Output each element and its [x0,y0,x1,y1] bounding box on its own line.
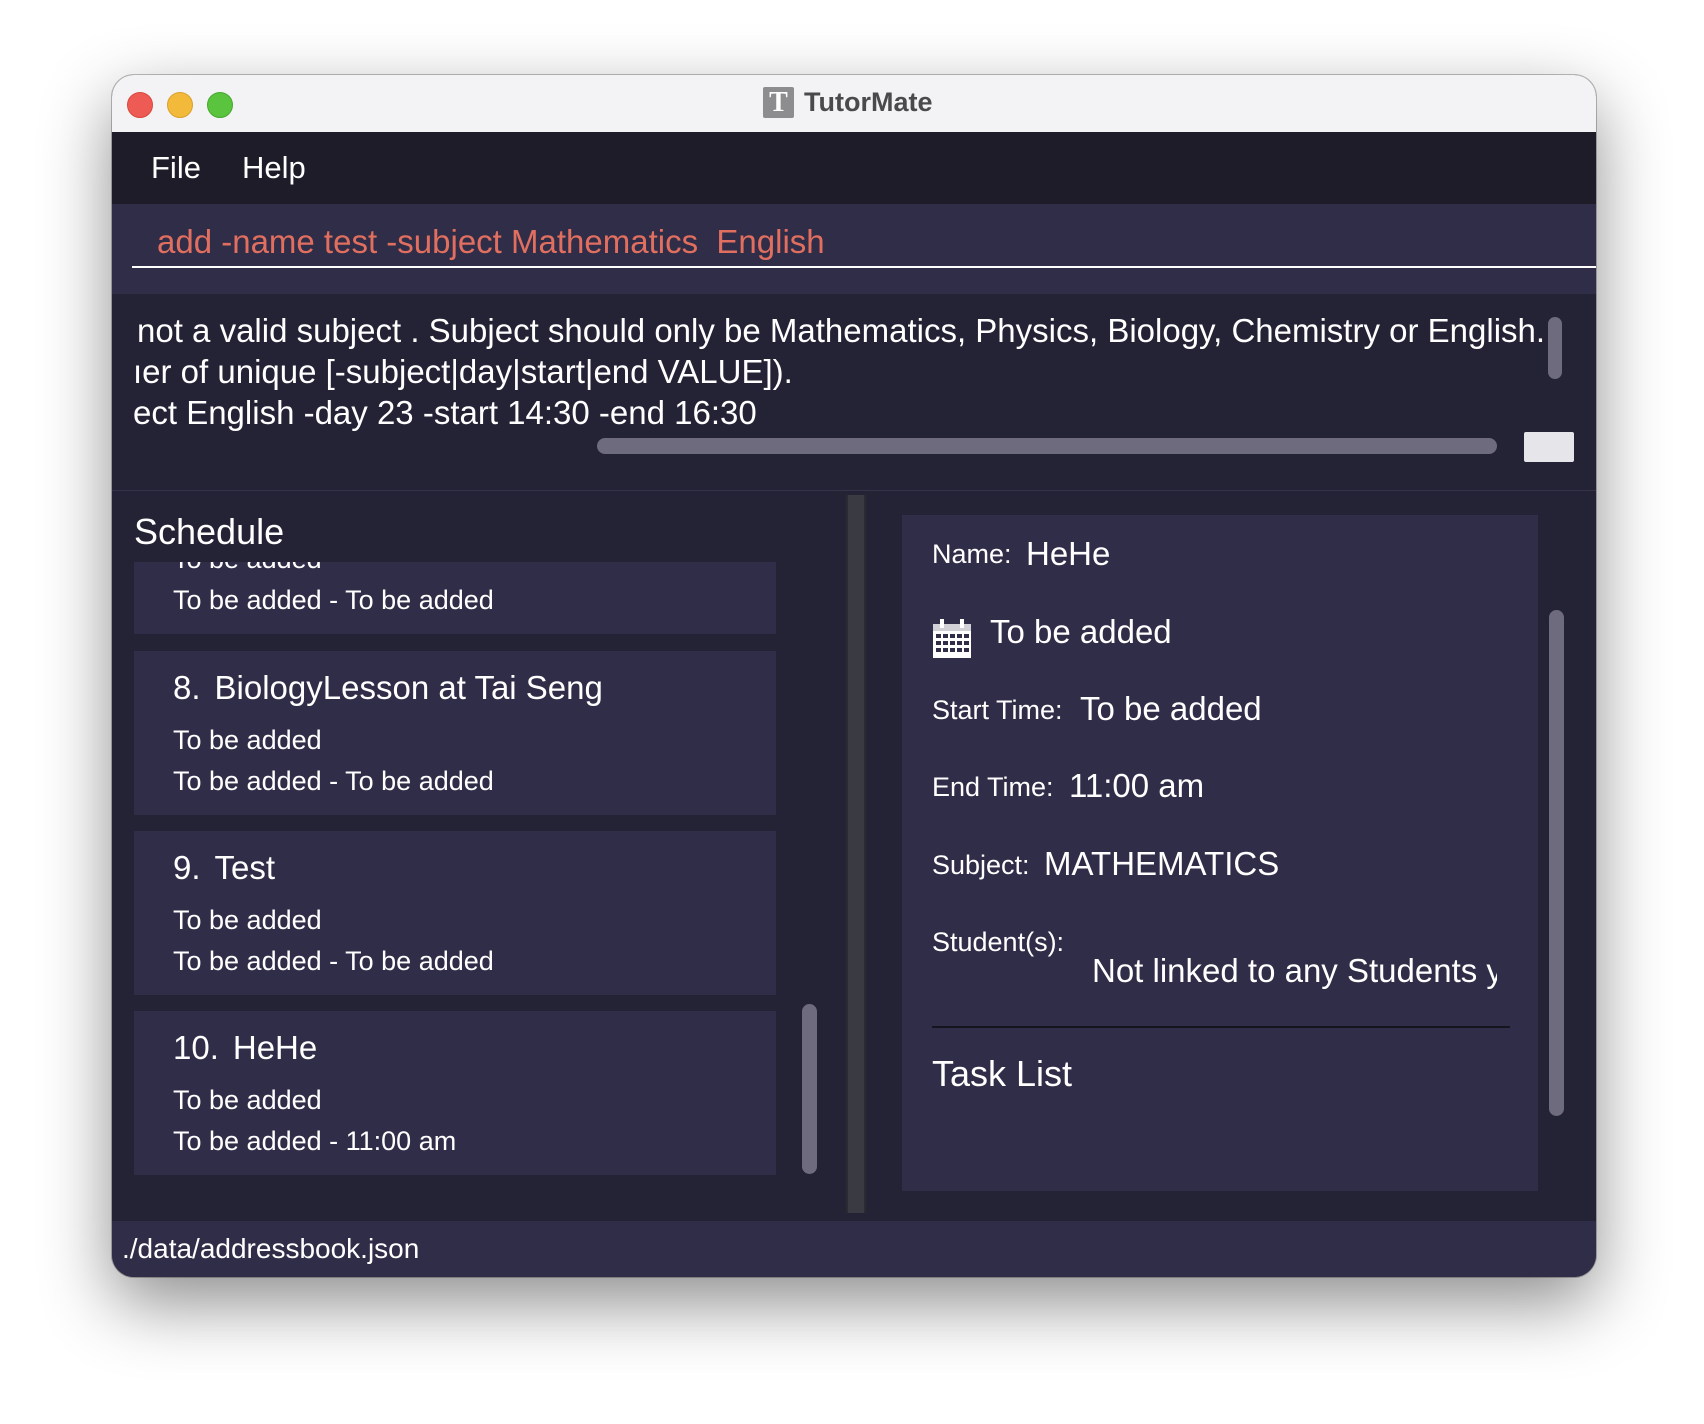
card-day: To be added [173,1085,322,1115]
card-title: 10. HeHe [173,1029,317,1067]
card-name: HeHe [232,1029,318,1066]
list-item[interactable]: To be added To be added - To be added [134,562,776,634]
result-horizontal-scrollbar[interactable] [597,438,1497,454]
details-panel: Name: HeHe To be added Start Time: To be… [866,491,1596,1213]
list-item[interactable]: 9. Test To be added To be added - To be a… [134,831,776,995]
split-pane-divider[interactable] [846,495,866,1213]
subject-value: MATHEMATICS [1044,845,1280,882]
card-title: 9. Test [173,849,275,887]
name-value: HeHe [1026,535,1111,572]
title-bar: T TutorMate [112,75,1596,133]
command-input[interactable] [132,218,1596,268]
status-bar: ./data/addressbook.json [112,1221,1596,1277]
list-item[interactable]: 10. HeHe To be added To be added - 11:00 … [134,1011,776,1175]
start-time-label: Start Time: [932,695,1063,725]
app-logo-icon: T [763,87,794,118]
close-window-button[interactable] [127,92,153,118]
lesson-detail-card: Name: HeHe To be added Start Time: To be… [902,515,1538,1191]
students-value-clip: Not linked to any Students yet [1092,952,1497,1002]
students-value: Not linked to any Students yet [1092,952,1497,989]
card-name: BiologyLesson at Tai Seng [214,669,603,706]
card-title: 8. BiologyLesson at Tai Seng [173,669,603,707]
start-time-value: To be added [1080,690,1262,727]
card-time-range: To be added - To be added [173,585,494,615]
scrollbar-corner [1524,432,1574,462]
result-line: ıer of unique [-subject|day|start|end VA… [133,353,793,390]
save-file-path: ./data/addressbook.json [122,1233,420,1264]
maximize-window-button[interactable] [207,92,233,118]
card-name: Test [214,849,276,886]
students-label: Student(s): [932,927,1065,957]
minimize-window-button[interactable] [167,92,193,118]
card-time-range: To be added - To be added [173,766,494,796]
menu-file[interactable]: File [151,132,201,204]
schedule-title: Schedule [134,511,285,552]
card-day: To be added [173,725,322,755]
menu-help[interactable]: Help [242,132,306,204]
command-box [112,204,1596,294]
card-index: 8. [173,669,201,706]
task-list-title: Task List [932,1053,1073,1094]
card-day: To be added [173,905,322,935]
result-line: not a valid subject . Subject should onl… [137,312,1546,349]
details-scrollbar[interactable] [1549,610,1564,1116]
card-day: To be added [173,562,322,575]
end-time-label: End Time: [932,772,1054,802]
subject-label: Subject: [932,850,1030,880]
result-display[interactable]: not a valid subject . Subject should onl… [112,294,1596,491]
result-vertical-scrollbar[interactable] [1548,317,1562,379]
schedule-panel: Schedule To be added To be added - To be… [112,491,846,1213]
window-title: TutorMate [804,87,933,117]
calendar-icon [933,619,971,658]
name-label: Name: [932,539,1012,569]
app-window: T TutorMate File Help not a valid subjec… [112,75,1596,1277]
card-index: 9. [173,849,201,886]
menu-bar: File Help [112,132,1596,204]
card-index: 10. [173,1029,219,1066]
result-line: ect English -day 23 -start 14:30 -end 16… [133,394,757,431]
list-item[interactable]: 8. BiologyLesson at Tai Seng To be added … [134,651,776,815]
card-time-range: To be added - To be added [173,946,494,976]
schedule-list[interactable]: To be added To be added - To be added 8.… [134,562,776,1202]
end-time-value: 11:00 am [1069,767,1205,804]
card-time-range: To be added - 11:00 am [173,1126,457,1156]
section-separator [932,1026,1510,1028]
schedule-list-scrollbar[interactable] [802,1004,817,1174]
day-value: To be added [990,613,1172,650]
